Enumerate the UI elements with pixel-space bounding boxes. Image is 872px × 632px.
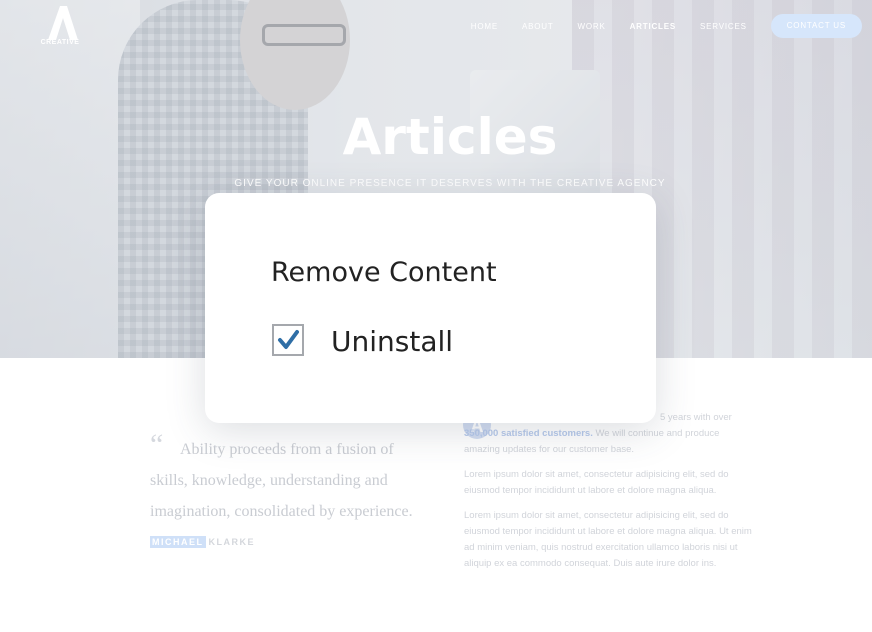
checkmark-icon: [278, 330, 299, 349]
nav-item-home[interactable]: HOME: [471, 22, 498, 31]
nav-item-services[interactable]: SERVICES: [700, 22, 747, 31]
uninstall-label[interactable]: Uninstall: [331, 325, 453, 358]
remove-content-dialog: Remove Content Uninstall: [205, 193, 656, 423]
dialog-title: Remove Content: [271, 257, 497, 288]
page-subtitle: GIVE YOUR ONLINE PRESENCE IT DESERVES WI…: [234, 178, 666, 189]
nav-item-articles[interactable]: ARTICLES: [630, 22, 676, 31]
uninstall-checkbox[interactable]: [272, 324, 304, 356]
main-nav: HOME ABOUT WORK ARTICLES SERVICES CONTAC…: [471, 14, 862, 38]
article-highlight: 350,000 satisfied customers.: [464, 428, 593, 439]
testimonial-quote: Ability proceeds from a fusion of skills…: [150, 441, 413, 520]
author-first-name: MICHAEL: [150, 536, 206, 548]
brand-logo-text: CREATIVE: [40, 39, 80, 46]
contact-us-button[interactable]: CONTACT US: [770, 14, 862, 38]
article-intro-text: 5 years with over: [660, 412, 732, 423]
nav-item-about[interactable]: ABOUT: [522, 22, 554, 31]
article-paragraph-2: Lorem ipsum dolor sit amet, consectetur …: [464, 469, 729, 496]
author-last-name: KLARKE: [208, 537, 255, 547]
article-paragraph-3: Lorem ipsum dolor sit amet, consectetur …: [464, 510, 752, 569]
testimonial-author: MICHAEL KLARKE: [150, 536, 255, 548]
nav-item-work[interactable]: WORK: [578, 22, 606, 31]
page-title: Articles: [342, 108, 558, 166]
